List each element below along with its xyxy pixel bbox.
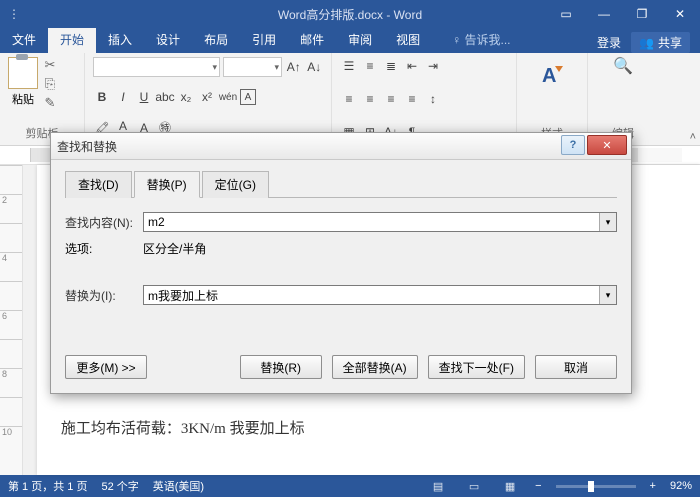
align-right-icon[interactable]: ≡ (382, 90, 400, 108)
format-painter-icon[interactable]: ✎ (42, 95, 58, 111)
multilevel-list-icon[interactable]: ≣ (382, 57, 400, 75)
align-left-icon[interactable]: ≡ (340, 90, 358, 108)
restore-icon[interactable]: ❐ (624, 2, 660, 26)
increase-indent-icon[interactable]: ⇥ (424, 57, 442, 75)
find-icon[interactable]: 🔍 (614, 57, 632, 75)
zoom-level[interactable]: 92% (670, 480, 692, 492)
find-next-button[interactable]: 查找下一处(F) (428, 355, 525, 379)
more-button[interactable]: 更多(M) >> (65, 355, 147, 379)
cancel-button[interactable]: 取消 (535, 355, 617, 379)
char-border-icon[interactable]: A (240, 89, 256, 105)
tab-file[interactable]: 文件 (0, 28, 48, 53)
tab-goto[interactable]: 定位(G) (202, 171, 269, 198)
tab-mailings[interactable]: 邮件 (288, 28, 336, 53)
dialog-titlebar[interactable]: 查找和替换 ? ✕ (51, 133, 631, 160)
dialog-help-icon[interactable]: ? (561, 135, 585, 155)
font-size-combo[interactable] (223, 57, 282, 77)
zoom-out-button[interactable]: − (535, 480, 541, 492)
find-what-label: 查找内容(N): (65, 214, 143, 231)
options-label: 选项: (65, 240, 143, 257)
align-center-icon[interactable]: ≡ (361, 90, 379, 108)
find-replace-dialog: 查找和替换 ? ✕ 查找(D) 替换(P) 定位(G) 查找内容(N): ▾ 选… (50, 132, 632, 394)
dialog-close-icon[interactable]: ✕ (587, 135, 627, 155)
numbering-icon[interactable]: ≡ (361, 57, 379, 75)
copy-icon[interactable]: ⎘ (42, 76, 58, 92)
grow-font-icon[interactable]: A↑ (285, 58, 303, 76)
cut-icon[interactable]: ✂ (42, 57, 58, 73)
ribbon-options-icon[interactable]: ▭ (548, 2, 584, 26)
document-title: Word高分排版.docx - Word (278, 6, 422, 23)
find-what-input[interactable] (143, 212, 617, 232)
word-count[interactable]: 52 个字 (101, 478, 138, 494)
tell-me[interactable]: ♀ 告诉我... (440, 28, 522, 53)
zoom-in-button[interactable]: + (650, 480, 656, 492)
decrease-indent-icon[interactable]: ⇤ (403, 57, 421, 75)
collapse-ribbon-icon[interactable]: ˄ (690, 131, 696, 143)
italic-icon[interactable]: I (114, 88, 132, 106)
page-status[interactable]: 第 1 页，共 1 页 (8, 478, 87, 494)
replace-button[interactable]: 替换(R) (240, 355, 322, 379)
web-layout-icon[interactable]: ▦ (499, 478, 521, 494)
print-layout-icon[interactable]: ▭ (463, 478, 485, 494)
tab-review[interactable]: 审阅 (336, 28, 384, 53)
options-value: 区分全/半角 (143, 240, 206, 257)
subscript-icon[interactable]: x₂ (177, 88, 195, 106)
document-text[interactable]: 施工均布活荷载：3KN/m 我要加上标 (61, 417, 676, 438)
replace-with-label: 替换为(I): (65, 287, 143, 304)
dialog-tabs: 查找(D) 替换(P) 定位(G) (65, 170, 617, 198)
tab-home[interactable]: 开始 (48, 28, 96, 53)
title-bar: ⋮ Word高分排版.docx - Word ▭ — ❐ ✕ (0, 0, 700, 28)
shrink-font-icon[interactable]: A↓ (305, 58, 323, 76)
language-status[interactable]: 英语(美国) (153, 478, 204, 494)
paste-button[interactable]: 粘贴 (8, 57, 38, 111)
replace-all-button[interactable]: 全部替换(A) (332, 355, 418, 379)
zoom-slider[interactable] (556, 485, 636, 488)
bold-icon[interactable]: B (93, 88, 111, 106)
tab-design[interactable]: 设计 (144, 28, 192, 53)
minimize-icon[interactable]: — (586, 2, 622, 26)
superscript-icon[interactable]: x² (198, 88, 216, 106)
login-link[interactable]: 登录 (597, 34, 621, 51)
tab-layout[interactable]: 布局 (192, 28, 240, 53)
share-button[interactable]: 👥 共享 (631, 32, 690, 53)
replace-with-dropdown-icon[interactable]: ▾ (599, 286, 616, 304)
tab-replace[interactable]: 替换(P) (134, 171, 200, 198)
dialog-title: 查找和替换 (57, 138, 117, 155)
svg-text:A: A (542, 65, 556, 87)
ribbon-tabs: 文件 开始 插入 设计 布局 引用 邮件 审阅 视图 ♀ 告诉我... 登录 👥… (0, 28, 700, 53)
tab-find[interactable]: 查找(D) (65, 171, 132, 198)
paste-label: 粘贴 (12, 91, 34, 107)
read-mode-icon[interactable]: ▤ (427, 478, 449, 494)
find-what-dropdown-icon[interactable]: ▾ (599, 213, 616, 231)
quick-access-icon[interactable]: ⋮ (4, 7, 24, 21)
status-bar: 第 1 页，共 1 页 52 个字 英语(美国) ▤ ▭ ▦ − + 92% (0, 475, 700, 497)
font-family-combo[interactable] (93, 57, 220, 77)
vertical-ruler[interactable]: 246810 (0, 165, 23, 475)
close-icon[interactable]: ✕ (662, 2, 698, 26)
tab-insert[interactable]: 插入 (96, 28, 144, 53)
tab-view[interactable]: 视图 (384, 28, 432, 53)
phonetic-guide-icon[interactable]: wén (219, 88, 237, 106)
strikethrough-icon[interactable]: abc (156, 88, 174, 106)
styles-button[interactable]: A (534, 57, 570, 93)
bullets-icon[interactable]: ☰ (340, 57, 358, 75)
underline-icon[interactable]: U (135, 88, 153, 106)
tab-references[interactable]: 引用 (240, 28, 288, 53)
replace-with-input[interactable] (143, 285, 617, 305)
justify-icon[interactable]: ≡ (403, 90, 421, 108)
clipboard-icon (8, 57, 38, 89)
line-spacing-icon[interactable]: ↕ (424, 90, 442, 108)
